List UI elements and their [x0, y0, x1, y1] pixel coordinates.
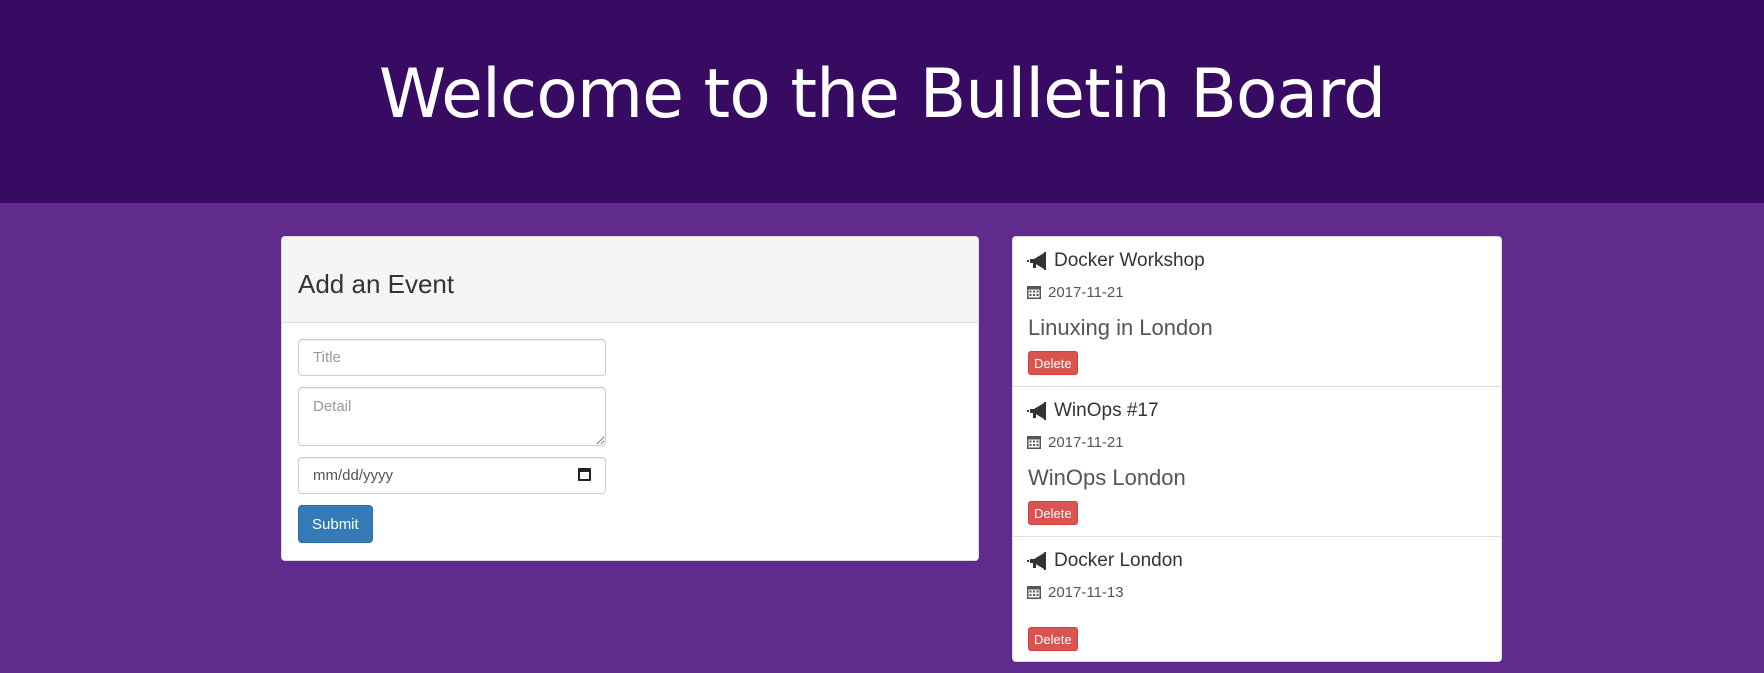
delete-button[interactable]: Delete	[1028, 351, 1078, 375]
calendar-icon	[1027, 286, 1041, 299]
event-title-row: WinOps #17	[1027, 399, 1485, 423]
event-title-row: Docker Workshop	[1027, 249, 1485, 273]
calendar-icon[interactable]	[578, 468, 591, 481]
add-event-form: mm/dd/yyyy Submit	[282, 323, 978, 559]
add-event-panel-heading: Add an Event	[282, 237, 978, 323]
bullhorn-icon	[1027, 252, 1046, 270]
event-item: WinOps #17 2017-11-21 WinOps London Dele…	[1013, 387, 1501, 537]
title-input[interactable]	[298, 339, 606, 376]
jumbotron-header: Welcome to the Bulletin Board	[0, 0, 1764, 203]
event-date: 2017-11-21	[1048, 283, 1124, 301]
delete-button[interactable]: Delete	[1028, 627, 1078, 651]
page-title: Welcome to the Bulletin Board	[378, 55, 1386, 134]
date-input-placeholder: mm/dd/yyyy	[313, 467, 394, 484]
main-content: Add an Event mm/dd/yyyy Submit Docker Wo…	[0, 203, 1764, 673]
event-date: 2017-11-13	[1048, 583, 1124, 601]
event-date: 2017-11-21	[1048, 433, 1124, 451]
event-title: WinOps #17	[1054, 400, 1159, 421]
calendar-icon	[1027, 436, 1041, 449]
event-detail: Linuxing in London	[1028, 315, 1213, 340]
event-item: Docker Workshop 2017-11-21 Linuxing in L…	[1013, 237, 1501, 387]
event-title: Docker London	[1054, 550, 1183, 571]
calendar-icon	[1027, 586, 1041, 599]
event-title-row: Docker London	[1027, 549, 1485, 573]
event-title: Docker Workshop	[1054, 250, 1205, 271]
add-event-panel: Add an Event mm/dd/yyyy Submit	[281, 236, 979, 561]
date-input[interactable]: mm/dd/yyyy	[298, 457, 606, 494]
event-date-row: 2017-11-21	[1027, 283, 1485, 301]
add-event-heading: Add an Event	[298, 269, 455, 299]
event-item: Docker London 2017-11-13 Delete	[1013, 537, 1501, 661]
event-date-row: 2017-11-21	[1027, 433, 1485, 451]
delete-button[interactable]: Delete	[1028, 501, 1078, 525]
event-detail: WinOps London	[1028, 465, 1186, 490]
bullhorn-icon	[1027, 552, 1046, 570]
events-list-panel: Docker Workshop 2017-11-21 Linuxing in L…	[1012, 236, 1502, 662]
detail-input[interactable]	[298, 387, 606, 446]
bullhorn-icon	[1027, 402, 1046, 420]
event-date-row: 2017-11-13	[1027, 583, 1485, 601]
submit-button[interactable]: Submit	[298, 505, 373, 543]
